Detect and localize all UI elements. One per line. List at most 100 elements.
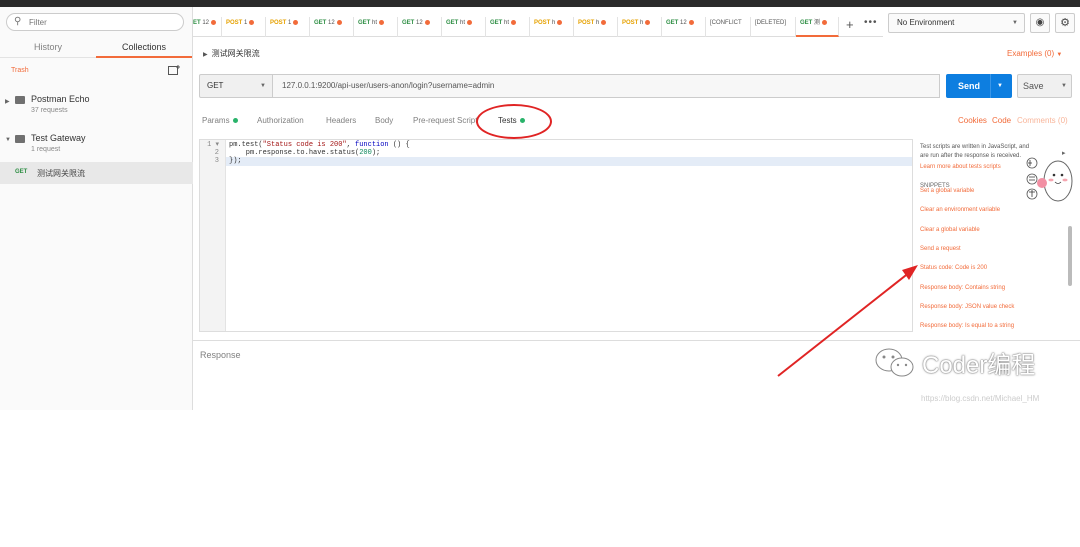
tab-history[interactable]: History	[0, 40, 96, 58]
method-select[interactable]: GET ▼	[199, 74, 273, 98]
request-tab[interactable]: GET ht	[442, 17, 486, 37]
code-link[interactable]: Code	[992, 116, 1011, 125]
tab-name: 12	[680, 20, 687, 26]
save-button[interactable]: Save ▼	[1017, 74, 1072, 98]
request-tab[interactable]: GET 12	[310, 17, 354, 37]
tests-editor[interactable]: 1 ▾ 2 3 pm.test("Status code is 200", fu…	[199, 139, 913, 332]
tab-method: GET	[402, 20, 415, 26]
save-dropdown-icon[interactable]: ▼	[1061, 75, 1067, 97]
tab-params[interactable]: Params	[202, 116, 238, 125]
chevron-down-icon: ▼	[1012, 20, 1018, 26]
trash-link[interactable]: Trash	[11, 67, 29, 74]
unsaved-dot-icon	[336, 19, 342, 25]
tab-name: 12	[416, 20, 423, 26]
tab-name: 1	[244, 20, 248, 26]
send-button[interactable]: Send ▼	[946, 74, 1012, 98]
request-tab[interactable]: [CONFLICT	[706, 17, 751, 37]
tab-authorization[interactable]: Authorization	[257, 116, 304, 125]
snippet-link[interactable]: Clear a global variable	[920, 227, 980, 233]
snippet-link[interactable]: Status code: Code is 200	[920, 265, 987, 271]
tab-body[interactable]: Body	[375, 116, 393, 125]
tab-headers[interactable]: Headers	[326, 116, 356, 125]
examples-dropdown[interactable]: Examples (0) ▼	[1007, 49, 1062, 58]
tab-method: POST	[270, 20, 287, 26]
request-tab[interactable]: POST h	[530, 17, 574, 37]
collection-name: Test Gateway	[31, 133, 86, 143]
tab-method: POST	[534, 20, 551, 26]
collection-count: 1 request	[31, 146, 61, 153]
collection-postman-echo[interactable]: ▶ Postman Echo 37 requests	[0, 92, 193, 122]
request-tab[interactable]: ET 12	[189, 17, 222, 37]
tab-method: GET	[358, 20, 371, 26]
request-tab[interactable]: GET ht	[486, 17, 530, 37]
tab-method: GET	[666, 20, 679, 26]
unsaved-dot-icon	[511, 19, 517, 25]
snippet-link[interactable]: Response body: Is equal to a string	[920, 323, 1014, 329]
cookies-link[interactable]: Cookies	[958, 116, 987, 125]
folder-icon	[15, 96, 25, 104]
tab-method: POST	[226, 20, 243, 26]
mascot-sticker-icon	[1026, 157, 1073, 202]
send-label: Send	[958, 81, 981, 91]
watermark-title: Coder编程	[922, 352, 1036, 379]
request-tab[interactable]: GET ht	[354, 17, 398, 37]
search-icon: ⚲	[14, 16, 22, 27]
caret-right-icon: ▶	[203, 52, 208, 58]
unsaved-dot-icon	[424, 19, 430, 25]
request-tab[interactable]: POST 1	[222, 17, 266, 37]
eye-icon[interactable]: ◉	[1030, 13, 1050, 33]
send-divider	[990, 74, 991, 98]
request-tab[interactable]: GET 12	[398, 17, 442, 37]
request-tab[interactable]: POST h	[574, 17, 618, 37]
request-tab[interactable]: [DELETED]	[751, 17, 796, 37]
request-tab-active[interactable]: GET 测	[796, 17, 839, 37]
gear-icon[interactable]: ⚙	[1055, 13, 1075, 33]
tab-name: [CONFLICT	[710, 20, 742, 26]
request-tab[interactable]: POST 1	[266, 17, 310, 37]
tab-method: GET	[490, 20, 503, 26]
snippet-link[interactable]: Clear an environment variable	[920, 207, 1000, 213]
help-scrollbar[interactable]	[1068, 226, 1072, 286]
request-tab[interactable]: GET 12	[662, 17, 706, 37]
tab-method: GET	[446, 20, 459, 26]
sidebar-request-item[interactable]: GET 测试网关限流	[0, 162, 193, 184]
sidebar-tabs: History Collections	[0, 38, 193, 58]
snippet-link[interactable]: Response body: JSON value check	[920, 304, 1014, 310]
snippet-link[interactable]: Send a request	[920, 246, 961, 252]
tab-name: 12	[328, 20, 335, 26]
url-input[interactable]: 127.0.0.1:9200/api-user/users-anon/login…	[273, 74, 940, 98]
request-title[interactable]: ▶ 测试网关限流	[203, 48, 260, 59]
snippet-link[interactable]: Set a global variable	[920, 188, 974, 194]
new-tab-plus-icon[interactable]: +	[846, 17, 854, 32]
tab-collections[interactable]: Collections	[96, 40, 192, 58]
code-line: });	[229, 157, 242, 165]
tab-pre-request-script[interactable]: Pre-request Script	[413, 116, 477, 125]
filter-input[interactable]	[29, 16, 169, 28]
unsaved-dot-icon	[249, 19, 255, 25]
unsaved-dot-icon	[379, 19, 385, 25]
collection-test-gateway[interactable]: ▼ Test Gateway 1 request	[0, 131, 193, 161]
request-tab[interactable]: POST h	[618, 17, 662, 37]
send-dropdown-icon[interactable]: ▼	[997, 74, 1003, 98]
snippet-link[interactable]: Response body: Contains string	[920, 285, 1005, 291]
filter-box: ⚲	[6, 13, 184, 31]
tab-name: ht	[460, 20, 466, 26]
method-value: GET	[207, 81, 224, 90]
chevron-down-icon: ▼	[260, 83, 266, 89]
annotation-circle	[476, 104, 552, 139]
collection-name: Postman Echo	[31, 94, 90, 104]
folder-icon	[15, 135, 25, 143]
environment-select[interactable]: No Environment ▼	[888, 13, 1025, 33]
tab-name: 12	[202, 20, 210, 26]
tab-name: [DELETED]	[755, 20, 787, 26]
more-tabs-icon[interactable]: •••	[864, 17, 878, 28]
line-number: 3	[214, 157, 219, 165]
tab-method: GET	[314, 20, 327, 26]
unsaved-dot-icon	[688, 19, 694, 25]
wechat-logo-icon	[875, 348, 914, 377]
new-collection-icon[interactable]	[168, 65, 180, 75]
unsaved-dot-icon	[822, 19, 828, 25]
comments-link[interactable]: Comments (0)	[1017, 116, 1068, 125]
learn-more-link[interactable]: Learn more about tests scripts	[920, 164, 1001, 170]
tab-name: 1	[288, 20, 292, 26]
